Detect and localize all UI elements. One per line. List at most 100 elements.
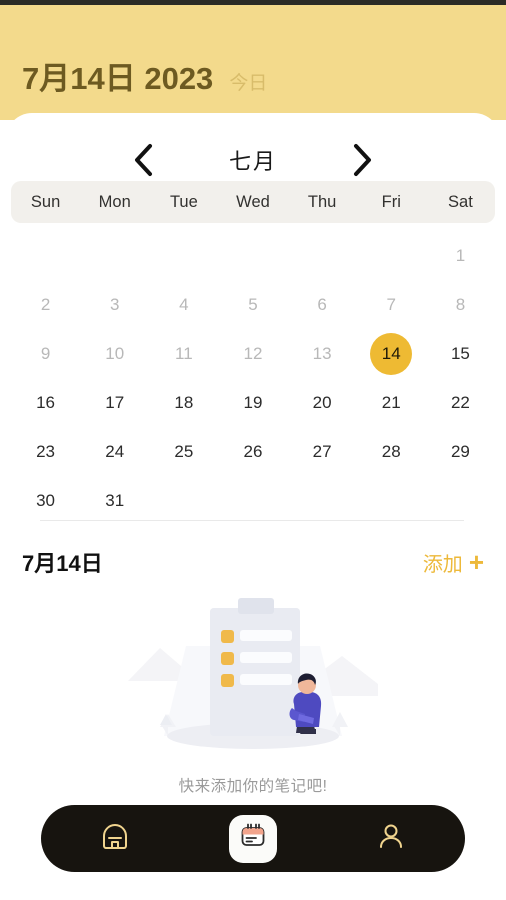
- day-number: 1: [455, 245, 466, 265]
- day-cell-1[interactable]: 1: [426, 231, 495, 280]
- day-cell-23[interactable]: 23: [11, 427, 80, 476]
- day-cell-22[interactable]: 22: [426, 378, 495, 427]
- day-number: 24: [105, 441, 125, 461]
- day-cell-6[interactable]: 6: [288, 280, 357, 329]
- day-number: 8: [455, 294, 466, 314]
- nav-item-profile[interactable]: [356, 812, 426, 866]
- section-divider: [40, 520, 464, 521]
- page-title: 7月14日 2023: [22, 61, 214, 96]
- day-cell-12[interactable]: 12: [218, 329, 287, 378]
- add-note-button[interactable]: 添加 +: [423, 548, 484, 577]
- day-number: 28: [381, 441, 401, 461]
- day-number: 16: [36, 392, 56, 412]
- day-cell-blank: [80, 231, 149, 280]
- calendar-card: 七月 Sun Mon Tue Wed Thu Fri Sat 1 2 3 4 5 6 7 8 9 10 11 12…: [6, 113, 500, 533]
- day-cell-5[interactable]: 5: [218, 280, 287, 329]
- day-cell-29[interactable]: 29: [426, 427, 495, 476]
- day-number: 25: [174, 441, 194, 461]
- day-number: 22: [450, 392, 470, 412]
- weekday-label-sat: Sat: [448, 192, 473, 211]
- day-number: 7: [386, 294, 396, 314]
- today-badge[interactable]: 今日: [229, 68, 267, 95]
- day-cell-3[interactable]: 3: [80, 280, 149, 329]
- notebook-icon: [238, 821, 268, 856]
- day-cell-blank: [149, 231, 218, 280]
- weekday-label-thu: Thu: [307, 192, 337, 211]
- weekday-header-row: Sun Mon Tue Wed Thu Fri Sat: [11, 181, 495, 223]
- day-cell-16[interactable]: 16: [11, 378, 80, 427]
- nav-item-home[interactable]: [80, 812, 150, 866]
- home-icon: [99, 820, 131, 857]
- day-cell-30[interactable]: 30: [11, 476, 80, 525]
- empty-notes-illustration: [128, 586, 378, 766]
- day-cell-15[interactable]: 15: [426, 329, 495, 378]
- day-cell-blank: [11, 231, 80, 280]
- day-cell-7[interactable]: 7: [357, 280, 426, 329]
- day-cell-blank: [357, 231, 426, 280]
- day-number: 29: [450, 441, 470, 461]
- day-cell-19[interactable]: 19: [218, 378, 287, 427]
- day-number: 11: [175, 343, 193, 363]
- chevron-right-icon: [352, 143, 374, 177]
- day-cell-24[interactable]: 24: [80, 427, 149, 476]
- day-cell-20[interactable]: 20: [288, 378, 357, 427]
- prev-month-button[interactable]: [108, 135, 178, 185]
- app-header: 7月14日 2023 今日: [0, 5, 506, 120]
- day-grid: 1 2 3 4 5 6 7 8 9 10 11 12 13 14 15 16 17 18 19 20 21 22 23 24 2…: [11, 231, 495, 525]
- month-label: 七月: [228, 149, 277, 174]
- day-number: 30: [36, 490, 56, 510]
- add-note-label: 添加: [422, 553, 463, 576]
- day-cell-31[interactable]: 31: [80, 476, 149, 525]
- weekday-label-tue: Tue: [169, 192, 198, 211]
- day-cell-13[interactable]: 13: [288, 329, 357, 378]
- day-cell-10[interactable]: 10: [80, 329, 149, 378]
- header-date-row: 7月14日 2023 今日: [22, 53, 267, 98]
- weekday-label-wed: Wed: [236, 192, 270, 211]
- day-cell-28[interactable]: 28: [357, 427, 426, 476]
- day-number: 3: [109, 294, 120, 314]
- day-number: 6: [317, 294, 327, 314]
- day-cell-25[interactable]: 25: [149, 427, 218, 476]
- day-number: 26: [243, 441, 263, 461]
- weekday-label-sun: Sun: [30, 192, 61, 211]
- day-cell-14[interactable]: 14: [357, 329, 426, 378]
- day-number: 13: [312, 343, 332, 363]
- day-cell-2[interactable]: 2: [11, 280, 80, 329]
- app-screen: 7月14日 2023 今日 七月 Sun Mon Tue Wed Thu Fri…: [0, 0, 506, 900]
- next-month-button[interactable]: [328, 135, 398, 185]
- selected-date-label: 7月14日: [22, 551, 103, 576]
- day-cell-4[interactable]: 4: [149, 280, 218, 329]
- empty-state: 快来添加你的笔记吧!: [0, 586, 506, 796]
- weekday-label-fri: Fri: [381, 192, 401, 211]
- day-number: 2: [40, 294, 51, 314]
- day-number: 14: [370, 332, 413, 375]
- day-cell-blank: [218, 231, 287, 280]
- day-number: 10: [105, 343, 125, 363]
- day-cell-blank: [288, 231, 357, 280]
- day-number: 4: [179, 294, 189, 314]
- day-number: 31: [105, 490, 125, 510]
- plus-icon: +: [468, 547, 484, 577]
- bottom-navigation-bar: [41, 805, 465, 872]
- day-cell-8[interactable]: 8: [426, 280, 495, 329]
- notes-section-header: 7月14日 添加 +: [0, 543, 506, 581]
- day-number: 15: [450, 343, 470, 363]
- empty-state-caption: 快来添加你的笔记吧!: [178, 778, 328, 795]
- day-cell-26[interactable]: 26: [218, 427, 287, 476]
- day-cell-21[interactable]: 21: [357, 378, 426, 427]
- day-cell-9[interactable]: 9: [11, 329, 80, 378]
- chevron-left-icon: [132, 143, 154, 177]
- day-cell-11[interactable]: 11: [149, 329, 218, 378]
- day-number: 23: [36, 441, 56, 461]
- day-number: 9: [40, 343, 51, 363]
- day-number: 12: [243, 343, 263, 363]
- weekday-label-mon: Mon: [98, 192, 131, 211]
- day-number: 21: [381, 392, 401, 412]
- profile-icon: [376, 821, 406, 856]
- day-number: 18: [174, 392, 194, 412]
- day-cell-27[interactable]: 27: [288, 427, 357, 476]
- day-number: 17: [105, 392, 125, 412]
- day-cell-17[interactable]: 17: [80, 378, 149, 427]
- nav-item-notes[interactable]: [228, 814, 277, 863]
- day-cell-18[interactable]: 18: [149, 378, 218, 427]
